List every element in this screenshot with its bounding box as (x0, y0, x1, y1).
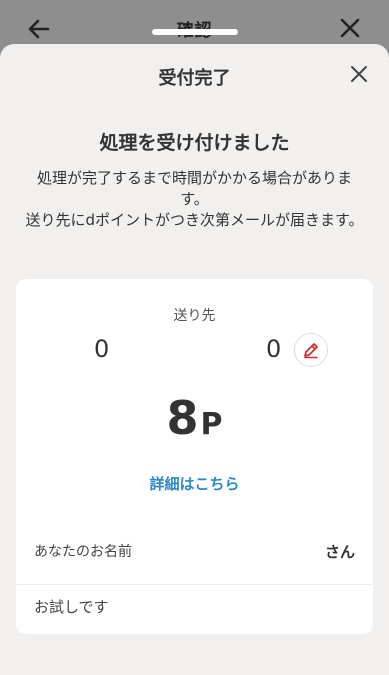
recipient-right-number: 0 (266, 335, 282, 363)
close-icon[interactable] (349, 64, 369, 84)
points-display: 8P (16, 391, 373, 445)
name-row: あなたのお名前 さん (16, 541, 373, 585)
pencil-icon (304, 343, 318, 359)
points-value: 8 (166, 391, 199, 445)
sheet-grabber-handle[interactable] (152, 29, 238, 35)
name-value: さん (324, 543, 355, 561)
edit-button[interactable] (294, 333, 328, 367)
recipient-label: 送り先 (173, 308, 216, 324)
name-label: あなたのお名前 (34, 544, 132, 560)
message-text: お試しです (34, 598, 109, 616)
completion-heading: 処理を受け付けました (99, 132, 290, 154)
completion-message: 処理が完了するまで時間がかかる場合があります。 送り先にdポイントがつき次第メー… (25, 169, 364, 229)
recipient-left-number: 0 (94, 335, 110, 363)
completion-sheet: 受付完了 処理を受け付けました 処理が完了するまで時間がかかる場合があります。 … (0, 44, 389, 675)
details-link[interactable]: 詳細はこちら (16, 473, 373, 494)
close-icon[interactable] (339, 17, 361, 39)
recipient-card: 送り先 0 0 8P 詳細はこちら あなたのお名前 さん お試しです (16, 279, 373, 634)
points-unit: P (200, 407, 223, 442)
sheet-title: 受付完了 (158, 68, 231, 89)
screen: 確認 受付完了 処理を受け付けました 処理が完了するまで時間がかかる場合がありま… (0, 0, 389, 675)
